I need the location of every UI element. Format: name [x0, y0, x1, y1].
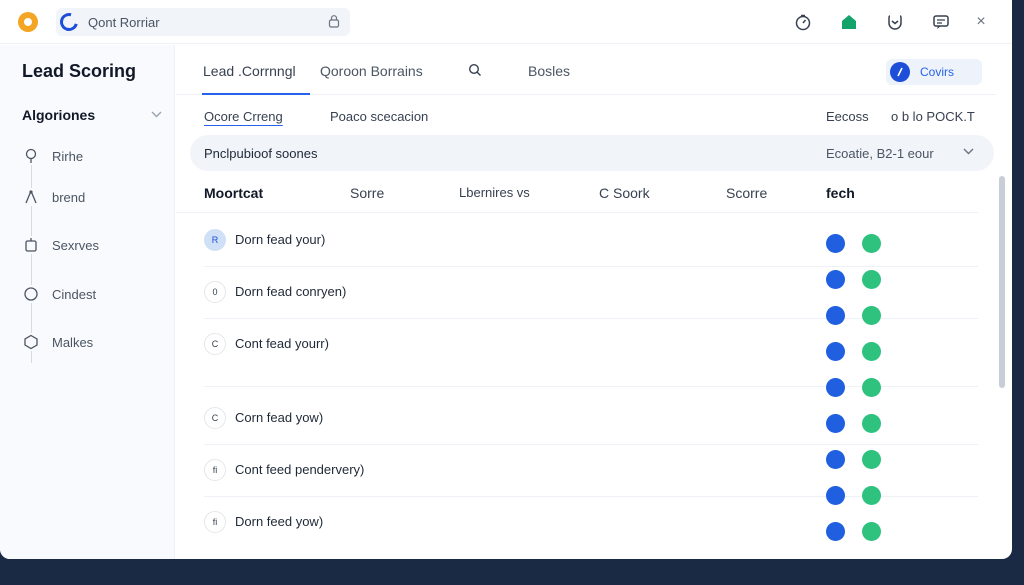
top-icon-group: ×: [780, 11, 998, 33]
column-header[interactable]: Scorre: [726, 185, 767, 201]
hexagon-icon: [22, 333, 40, 351]
avatar: R: [204, 229, 226, 251]
subtab-eecoss[interactable]: Eecoss: [826, 109, 869, 124]
edit-icon: [890, 62, 910, 82]
status-dot-green: [862, 378, 881, 397]
search-input[interactable]: [88, 14, 308, 30]
column-header[interactable]: Moortcat: [204, 185, 263, 201]
filter-bar[interactable]: Pnclpubioof soones Ecoatie, B2-1 eour: [190, 135, 994, 171]
tab-lead-scoring[interactable]: Lead .Corrnngl: [203, 63, 296, 79]
app-logo-icon[interactable]: [18, 12, 38, 32]
avatar: 0: [204, 281, 226, 303]
row-name: Dorn fead conryen): [235, 284, 347, 299]
search-box[interactable]: [56, 8, 350, 36]
sidebar-item-malkes[interactable]: Malkes: [22, 332, 93, 352]
close-icon[interactable]: ×: [964, 11, 998, 33]
filter-value: Ecoatie, B2-1 eour: [826, 146, 934, 161]
pin-icon: [22, 147, 40, 165]
lock-icon[interactable]: [328, 14, 342, 30]
status-dot-green: [862, 234, 881, 253]
status-dot-green: [862, 342, 881, 361]
sub-tab-row: Ocore Crreng Poaco scecacion Eecoss o b …: [176, 95, 996, 135]
status-dot-green: [862, 414, 881, 433]
avatar: C: [204, 333, 226, 355]
tab-bar: Lead .Corrnngl Qoroon Borrains Bosles Co…: [176, 45, 996, 95]
chevron-down-icon[interactable]: [963, 146, 974, 158]
status-dot-green: [862, 306, 881, 325]
row-name: Cont fead yourr): [235, 336, 329, 351]
subtab-ocore-crreng[interactable]: Ocore Crreng: [204, 109, 283, 124]
sidebar-item-label: brend: [52, 189, 86, 205]
status-dot-green: [862, 450, 881, 469]
avatar: fi: [204, 511, 226, 533]
sidebar: Lead Scoring Algoriones Rirhe brend Sexr…: [0, 45, 175, 559]
home-icon[interactable]: [826, 11, 872, 33]
filter-label: Pnclpubioof soones: [204, 146, 318, 161]
status-dot-blue: [826, 522, 845, 541]
row-name: Cont feed pendervery): [235, 462, 365, 477]
status-dot-blue: [826, 306, 845, 325]
sidebar-item-label: Malkes: [52, 334, 94, 350]
subtab-pocket[interactable]: o b lo POCK.T: [891, 109, 975, 124]
circle-icon: [22, 285, 40, 303]
status-dot-blue: [826, 450, 845, 469]
sidebar-item-label: Rirhe: [52, 148, 84, 164]
table-header: Moortcat Sorre Lbernires vs C Soork Scor…: [176, 175, 978, 213]
share-icon: [22, 188, 40, 206]
covers-button[interactable]: Covirs: [886, 59, 982, 85]
row-name: Dorn fead your): [235, 232, 326, 247]
avatar: fi: [204, 459, 226, 481]
search-icon[interactable]: [468, 63, 482, 80]
row-name: Corn fead yow): [235, 410, 324, 425]
tab-bosles[interactable]: Bosles: [528, 63, 570, 79]
app-window: × Lead Scoring Algoriones Rirhe brend: [0, 0, 1012, 559]
scrollbar[interactable]: [999, 176, 1005, 388]
sidebar-section-header[interactable]: Algoriones: [22, 107, 162, 123]
status-dot-green: [862, 486, 881, 505]
top-bar: ×: [0, 0, 1012, 44]
status-dot-blue: [826, 378, 845, 397]
timer-icon[interactable]: [780, 11, 826, 33]
tab-qoroon-borrains[interactable]: Qoroon Borrains: [320, 63, 423, 79]
main-content: Lead .Corrnngl Qoroon Borrains Bosles Co…: [176, 45, 1012, 559]
sidebar-item-cindest[interactable]: Cindest: [22, 284, 96, 304]
status-dot-blue: [826, 486, 845, 505]
row-name: Dorn feed yow): [235, 514, 324, 529]
status-dot-green: [862, 270, 881, 289]
covers-button-label: Covirs: [920, 65, 955, 79]
subtab-poaco-scecacion[interactable]: Poaco scecacion: [330, 109, 428, 124]
package-icon: [22, 236, 40, 254]
sidebar-item-sexrves[interactable]: Sexrves: [22, 235, 99, 255]
status-dot-blue: [826, 234, 845, 253]
sidebar-item-rirhe[interactable]: Rirhe: [22, 146, 83, 166]
chevron-down-icon[interactable]: [151, 109, 162, 121]
pocket-icon[interactable]: [872, 11, 918, 33]
table-row[interactable]: fi Dorn feed yow): [204, 497, 978, 549]
sidebar-section-label: Algoriones: [22, 107, 96, 123]
column-header[interactable]: Lbernires vs: [459, 185, 530, 200]
sidebar-title: Lead Scoring: [22, 61, 137, 81]
table-row[interactable]: fi Cont feed pendervery): [204, 445, 978, 497]
sidebar-item-label: Sexrves: [52, 237, 99, 253]
status-dot-green: [862, 522, 881, 541]
column-header[interactable]: C Soork: [599, 185, 650, 201]
brand-search-icon: [56, 9, 82, 35]
chat-icon[interactable]: [918, 11, 964, 33]
status-dot-blue: [826, 414, 845, 433]
status-dot-blue: [826, 270, 845, 289]
sidebar-item-brend[interactable]: brend: [22, 187, 85, 207]
column-header[interactable]: fech: [826, 185, 855, 201]
column-header[interactable]: Sorre: [350, 185, 384, 201]
sidebar-item-label: Cindest: [52, 286, 97, 302]
status-dot-blue: [826, 342, 845, 361]
avatar: C: [204, 407, 226, 429]
